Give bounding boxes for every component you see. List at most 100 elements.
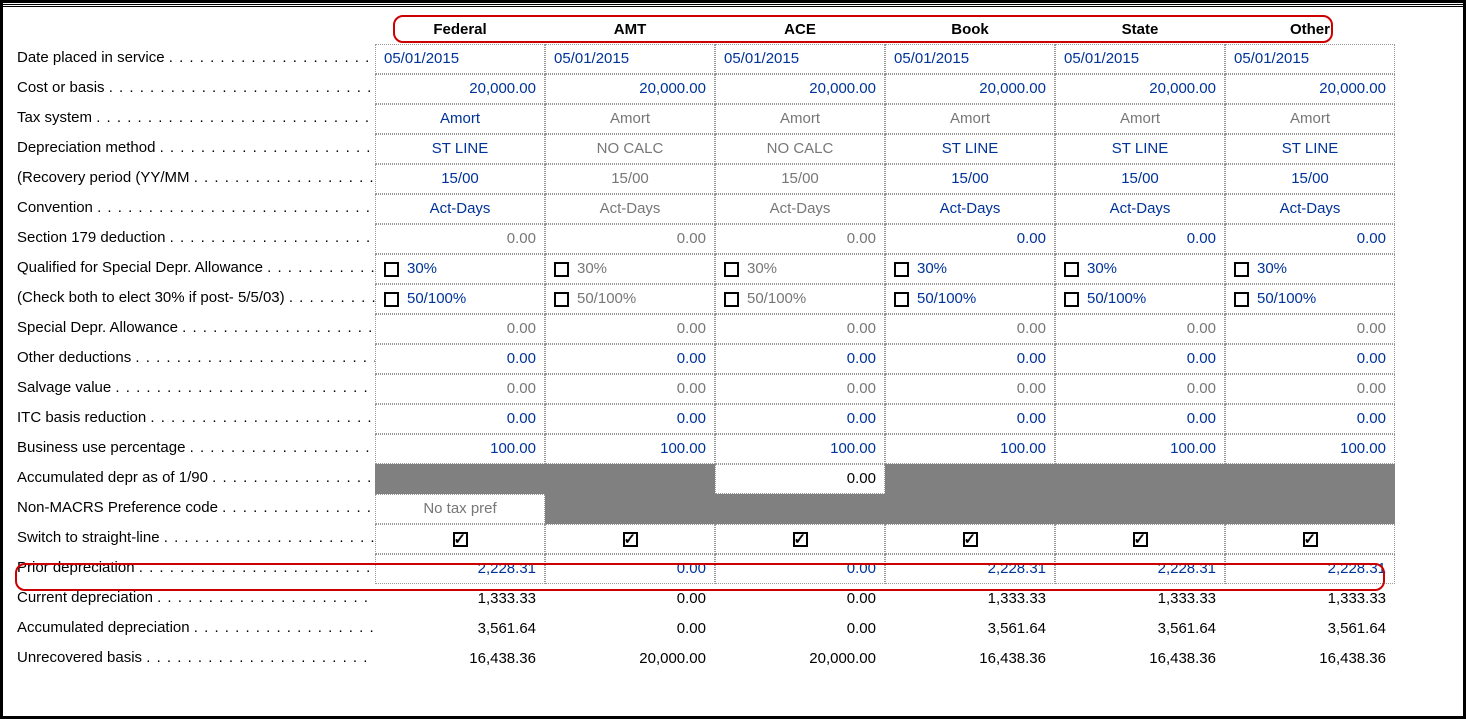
cell-qual30[interactable]: 30% (715, 254, 885, 284)
cell-spec_allow[interactable]: 0.00 (1055, 314, 1225, 344)
cell-salvage[interactable]: 0.00 (545, 374, 715, 404)
checkbox-switch[interactable] (1303, 532, 1318, 547)
cell-prior[interactable]: 2,228.31 (885, 554, 1055, 584)
cell-accum90[interactable]: 0.00 (715, 464, 885, 494)
cell-sec179[interactable]: 0.00 (885, 224, 1055, 254)
cell-spec_allow[interactable]: 0.00 (715, 314, 885, 344)
cell-prior[interactable]: 0.00 (545, 554, 715, 584)
cell-convention[interactable]: Act-Days (885, 194, 1055, 224)
cell-prior[interactable]: 2,228.31 (1225, 554, 1395, 584)
checkbox-qual30[interactable] (554, 262, 569, 277)
cell-sec179[interactable]: 0.00 (1055, 224, 1225, 254)
cell-itc[interactable]: 0.00 (885, 404, 1055, 434)
cell-prior[interactable]: 0.00 (715, 554, 885, 584)
cell-qual50[interactable]: 50/100% (1055, 284, 1225, 314)
cell-spec_allow[interactable]: 0.00 (885, 314, 1055, 344)
cell-qual50[interactable]: 50/100% (885, 284, 1055, 314)
cell-switch[interactable] (715, 524, 885, 554)
cell-date_placed[interactable]: 05/01/2015 (1225, 44, 1395, 74)
cell-qual50[interactable]: 50/100% (1225, 284, 1395, 314)
cell-switch[interactable] (1055, 524, 1225, 554)
checkbox-qual50[interactable] (1064, 292, 1079, 307)
cell-spec_allow[interactable]: 0.00 (1225, 314, 1395, 344)
cell-tax_system[interactable]: Amort (885, 104, 1055, 134)
cell-switch[interactable] (545, 524, 715, 554)
cell-nonmacrs[interactable]: No tax pref (375, 494, 545, 524)
cell-date_placed[interactable]: 05/01/2015 (885, 44, 1055, 74)
cell-salvage[interactable]: 0.00 (375, 374, 545, 404)
checkbox-qual30[interactable] (1064, 262, 1079, 277)
cell-tax_system[interactable]: Amort (375, 104, 545, 134)
cell-qual50[interactable]: 50/100% (715, 284, 885, 314)
cell-tax_system[interactable]: Amort (545, 104, 715, 134)
cell-other_ded[interactable]: 0.00 (545, 344, 715, 374)
cell-qual30[interactable]: 30% (1055, 254, 1225, 284)
cell-recovery[interactable]: 15/00 (885, 164, 1055, 194)
cell-other_ded[interactable]: 0.00 (1055, 344, 1225, 374)
cell-recovery[interactable]: 15/00 (545, 164, 715, 194)
cell-salvage[interactable]: 0.00 (885, 374, 1055, 404)
cell-switch[interactable] (375, 524, 545, 554)
cell-other_ded[interactable]: 0.00 (1225, 344, 1395, 374)
cell-salvage[interactable]: 0.00 (715, 374, 885, 404)
checkbox-qual50[interactable] (1234, 292, 1249, 307)
cell-date_placed[interactable]: 05/01/2015 (375, 44, 545, 74)
checkbox-qual50[interactable] (554, 292, 569, 307)
cell-tax_system[interactable]: Amort (715, 104, 885, 134)
cell-recovery[interactable]: 15/00 (1055, 164, 1225, 194)
cell-depr_method[interactable]: NO CALC (545, 134, 715, 164)
checkbox-qual30[interactable] (1234, 262, 1249, 277)
cell-salvage[interactable]: 0.00 (1055, 374, 1225, 404)
cell-itc[interactable]: 0.00 (715, 404, 885, 434)
checkbox-switch[interactable] (963, 532, 978, 547)
checkbox-switch[interactable] (453, 532, 468, 547)
cell-buspct[interactable]: 100.00 (1225, 434, 1395, 464)
cell-qual50[interactable]: 50/100% (545, 284, 715, 314)
cell-buspct[interactable]: 100.00 (545, 434, 715, 464)
cell-qual30[interactable]: 30% (545, 254, 715, 284)
cell-buspct[interactable]: 100.00 (375, 434, 545, 464)
checkbox-switch[interactable] (793, 532, 808, 547)
cell-qual50[interactable]: 50/100% (375, 284, 545, 314)
cell-qual30[interactable]: 30% (1225, 254, 1395, 284)
cell-sec179[interactable]: 0.00 (545, 224, 715, 254)
checkbox-qual50[interactable] (724, 292, 739, 307)
cell-sec179[interactable]: 0.00 (1225, 224, 1395, 254)
cell-prior[interactable]: 2,228.31 (1055, 554, 1225, 584)
cell-cost[interactable]: 20,000.00 (1055, 74, 1225, 104)
cell-depr_method[interactable]: ST LINE (1055, 134, 1225, 164)
cell-depr_method[interactable]: ST LINE (885, 134, 1055, 164)
checkbox-qual30[interactable] (894, 262, 909, 277)
cell-cost[interactable]: 20,000.00 (885, 74, 1055, 104)
cell-switch[interactable] (885, 524, 1055, 554)
cell-itc[interactable]: 0.00 (1055, 404, 1225, 434)
cell-other_ded[interactable]: 0.00 (885, 344, 1055, 374)
cell-spec_allow[interactable]: 0.00 (375, 314, 545, 344)
cell-recovery[interactable]: 15/00 (375, 164, 545, 194)
cell-switch[interactable] (1225, 524, 1395, 554)
cell-date_placed[interactable]: 05/01/2015 (545, 44, 715, 74)
cell-date_placed[interactable]: 05/01/2015 (1055, 44, 1225, 74)
cell-qual30[interactable]: 30% (375, 254, 545, 284)
checkbox-switch[interactable] (623, 532, 638, 547)
cell-buspct[interactable]: 100.00 (1055, 434, 1225, 464)
checkbox-qual30[interactable] (384, 262, 399, 277)
checkbox-qual30[interactable] (724, 262, 739, 277)
checkbox-switch[interactable] (1133, 532, 1148, 547)
cell-sec179[interactable]: 0.00 (715, 224, 885, 254)
cell-cost[interactable]: 20,000.00 (375, 74, 545, 104)
cell-depr_method[interactable]: NO CALC (715, 134, 885, 164)
cell-cost[interactable]: 20,000.00 (715, 74, 885, 104)
cell-cost[interactable]: 20,000.00 (1225, 74, 1395, 104)
cell-convention[interactable]: Act-Days (545, 194, 715, 224)
cell-convention[interactable]: Act-Days (715, 194, 885, 224)
cell-buspct[interactable]: 100.00 (885, 434, 1055, 464)
cell-salvage[interactable]: 0.00 (1225, 374, 1395, 404)
cell-tax_system[interactable]: Amort (1055, 104, 1225, 134)
cell-prior[interactable]: 2,228.31 (375, 554, 545, 584)
cell-other_ded[interactable]: 0.00 (715, 344, 885, 374)
cell-date_placed[interactable]: 05/01/2015 (715, 44, 885, 74)
cell-convention[interactable]: Act-Days (1055, 194, 1225, 224)
cell-convention[interactable]: Act-Days (1225, 194, 1395, 224)
cell-tax_system[interactable]: Amort (1225, 104, 1395, 134)
